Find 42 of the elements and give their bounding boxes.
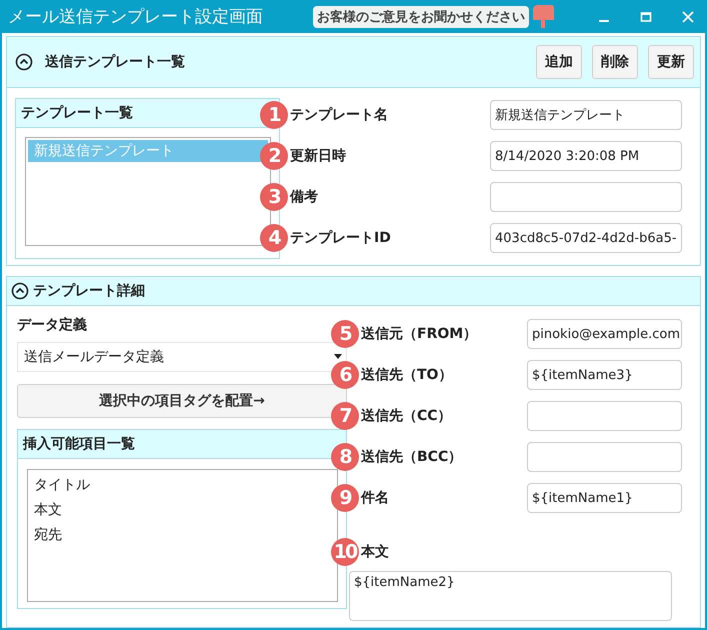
- number-marker: 4: [260, 224, 288, 252]
- collapse-icon[interactable]: [15, 53, 33, 71]
- field-label: 送信元（FROM）: [361, 325, 478, 343]
- input-field[interactable]: 403cd8c5-07d2-4d2d-b6a5-: [490, 223, 682, 253]
- input-field[interactable]: [527, 442, 682, 472]
- field-label: テンプレート名: [290, 106, 389, 124]
- collapse-icon[interactable]: [11, 282, 29, 300]
- toolbar-button[interactable]: 削除: [592, 45, 638, 79]
- number-marker: 7: [331, 402, 359, 430]
- input-field[interactable]: pinokio@example.com: [527, 319, 682, 349]
- field-label: 本文: [361, 543, 390, 561]
- list-item[interactable]: 本文: [32, 501, 333, 526]
- window-title: メール送信テンプレート設定画面: [8, 6, 263, 28]
- maximize-icon[interactable]: [639, 10, 653, 24]
- list-item[interactable]: タイトル: [32, 476, 333, 501]
- input-field[interactable]: [527, 401, 682, 431]
- input-field[interactable]: 8/14/2020 3:20:08 PM: [490, 141, 682, 171]
- input-field[interactable]: 新規送信テンプレート: [490, 100, 682, 130]
- field-label: 更新日時: [290, 147, 347, 165]
- input-field[interactable]: [490, 182, 682, 212]
- field-label: テンプレートID: [290, 229, 392, 247]
- number-marker: 6: [331, 361, 359, 389]
- field-label: データ定義: [17, 316, 88, 334]
- field-label: 送信先（CC）: [361, 407, 453, 425]
- input-field[interactable]: ${itemName3}: [527, 360, 682, 390]
- number-marker: 10: [331, 538, 359, 566]
- field-label: 送信先（BCC）: [361, 448, 464, 466]
- toolbar-button[interactable]: 追加: [536, 45, 582, 79]
- list-item[interactable]: 宛先: [32, 526, 333, 551]
- field-label: 送信先（TO）: [361, 366, 454, 384]
- close-icon[interactable]: [681, 10, 695, 24]
- number-marker: 1: [260, 101, 288, 129]
- number-marker: 5: [331, 320, 359, 348]
- section-title: テンプレート詳細: [33, 282, 145, 300]
- field-label: 件名: [361, 489, 390, 507]
- section-title: 送信テンプレート一覧: [45, 53, 185, 71]
- body-text-area[interactable]: ${itemName2}: [349, 571, 672, 621]
- input-field[interactable]: ${itemName1}: [527, 483, 682, 513]
- toolbar-button[interactable]: 更新: [648, 45, 694, 79]
- feedback-prompt[interactable]: お客様のご意見をお聞かせください: [313, 6, 529, 28]
- field-label: 備考: [290, 188, 319, 206]
- number-marker: 9: [331, 484, 359, 512]
